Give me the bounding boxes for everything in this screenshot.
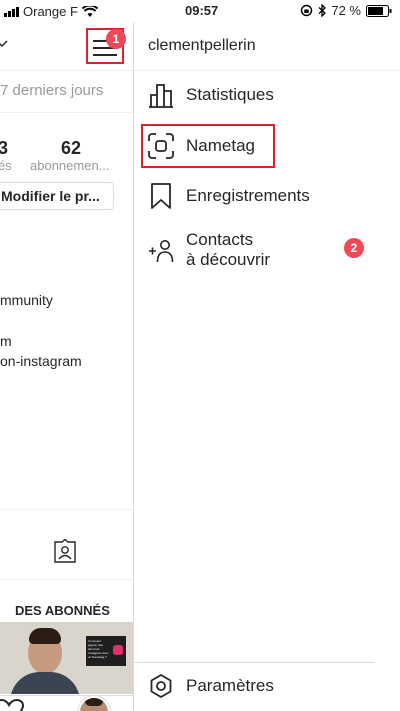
- avatar[interactable]: [78, 696, 110, 711]
- clock: 09:57: [185, 3, 219, 18]
- edit-profile-button[interactable]: Modifier le pr...: [0, 182, 114, 210]
- drawer-divider: [134, 662, 374, 663]
- menu-item-contacts[interactable]: Contacts à découvrir: [148, 230, 270, 270]
- contacts-badge: 2: [344, 238, 364, 258]
- person-body: [10, 672, 80, 694]
- bio-line-3: on-instagram: [0, 353, 82, 369]
- battery-percent: 72 %: [331, 3, 361, 18]
- bio-line-2: m: [0, 333, 12, 349]
- person-hair: [29, 628, 61, 644]
- heart-icon[interactable]: [0, 699, 24, 711]
- status-bar: Orange F 09:57 72 %: [0, 0, 400, 22]
- notification-badge: 1: [106, 29, 126, 49]
- period-text: 7 derniers jours: [0, 82, 104, 99]
- carrier-label: Orange F: [23, 4, 78, 19]
- thumbnail-caption-box: Comment gagner des abonnés Instagram ave…: [86, 636, 126, 666]
- profile-background: 1 7 derniers jours 3 és 62 abonnemen... …: [0, 22, 134, 711]
- settings-icon: [150, 674, 172, 698]
- stat-a-label: és: [0, 158, 12, 173]
- bookmark-icon: [151, 183, 171, 209]
- menu-label-statistiques: Statistiques: [186, 85, 274, 104]
- bluetooth-icon: [318, 4, 327, 17]
- status-left: Orange F: [4, 4, 98, 19]
- menu-item-nametag[interactable]: Nametag: [148, 133, 255, 159]
- nametag-icon: [148, 133, 174, 159]
- bio-line-1: mmunity: [0, 292, 53, 308]
- video-thumbnail[interactable]: Comment gagner des abonnés Instagram ave…: [0, 622, 133, 694]
- signal-icon: [4, 6, 19, 17]
- side-drawer: clementpellerin Statistiques Nametag Enr…: [134, 22, 400, 711]
- tagged-posts-icon[interactable]: [54, 539, 76, 563]
- menu-item-parametres[interactable]: Paramètres: [148, 673, 274, 699]
- menu-label-parametres: Paramètres: [186, 676, 274, 695]
- battery-icon: [366, 4, 392, 17]
- wifi-icon: [81, 5, 98, 17]
- menu-item-statistiques[interactable]: Statistiques: [148, 82, 274, 108]
- instagram-logo-icon: [113, 645, 123, 655]
- orientation-lock-icon: [301, 4, 313, 17]
- stat-b-value: 62: [61, 138, 82, 158]
- section-title: DES ABONNÉS: [15, 603, 110, 618]
- username: clementpellerin: [148, 37, 256, 54]
- menu-label-contacts: Contacts à découvrir: [186, 230, 271, 269]
- menu-item-enregistrements[interactable]: Enregistrements: [148, 183, 310, 209]
- stat-a-value: 3: [0, 138, 8, 159]
- bar-chart-icon: [149, 84, 173, 108]
- menu-label-enregistrements: Enregistrements: [186, 186, 310, 205]
- add-person-icon: [149, 240, 174, 263]
- chevron-down-icon[interactable]: [0, 38, 8, 50]
- menu-label-nametag: Nametag: [186, 136, 255, 155]
- stat-b-label: abonnemen...: [30, 158, 110, 173]
- status-right: 72 %: [300, 3, 392, 18]
